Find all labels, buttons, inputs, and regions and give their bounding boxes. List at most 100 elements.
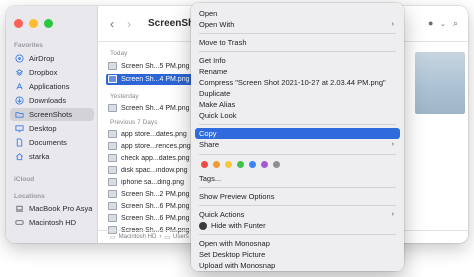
- home-icon: [14, 152, 24, 162]
- file-row[interactable]: Screen Sh...4 PM.png: [106, 103, 198, 114]
- menu-separator: [199, 187, 396, 188]
- tag-red[interactable]: [201, 161, 208, 168]
- menu-item-tags[interactable]: Tags...: [195, 173, 400, 184]
- menu-item-quick-look[interactable]: Quick Look: [195, 110, 400, 121]
- file-row[interactable]: Screen Sh...2 PM.png: [106, 189, 198, 200]
- image-file-icon: [108, 166, 117, 175]
- sidebar-item-dropbox[interactable]: Dropbox: [10, 66, 94, 79]
- file-row[interactable]: iphone sa...ding.png: [106, 177, 198, 188]
- search-icon[interactable]: ⌕: [453, 18, 458, 29]
- folder-icon: [14, 110, 24, 120]
- file-row[interactable]: Screen Sh...6 PM.png: [106, 201, 198, 212]
- sidebar-item-airdrop[interactable]: AirDrop: [10, 52, 94, 65]
- menu-item-upload-with-monosnap[interactable]: Upload with Monosnap: [195, 260, 400, 271]
- file-row[interactable]: check app...dates.png: [106, 153, 198, 164]
- menu-separator: [199, 154, 396, 155]
- disk-icon: ▭: [110, 234, 116, 241]
- menu-item-copy[interactable]: Copy: [195, 128, 400, 139]
- menu-item-move-to-trash[interactable]: Move to Trash: [195, 37, 400, 48]
- dropbox-icon: [14, 68, 24, 78]
- sidebar-item-starka[interactable]: starka: [10, 150, 94, 163]
- sidebar-item-label: starka: [29, 152, 50, 161]
- airdrop-icon: [14, 54, 24, 64]
- path-separator-icon: ›: [159, 234, 162, 240]
- sidebar-item-downloads[interactable]: Downloads: [10, 94, 94, 107]
- downloads-icon: [14, 96, 24, 106]
- path-macintosh-hd[interactable]: Macintosh HD: [119, 234, 157, 240]
- sidebar-item-label: Documents: [29, 138, 67, 147]
- laptop-icon: [14, 204, 24, 214]
- sidebar-item-documents[interactable]: Documents: [10, 136, 94, 149]
- tag-yellow[interactable]: [225, 161, 232, 168]
- menu-item-set-desktop-picture[interactable]: Set Desktop Picture: [195, 249, 400, 260]
- menu-item-duplicate[interactable]: Duplicate: [195, 88, 400, 99]
- window-controls: [14, 19, 53, 28]
- desktop-icon: [14, 124, 24, 134]
- menu-item-open-with-monosnap[interactable]: Open with Monosnap: [195, 238, 400, 249]
- menu-separator: [199, 51, 396, 52]
- menu-separator: [199, 205, 396, 206]
- image-file-icon: [108, 202, 117, 211]
- image-file-icon: [108, 62, 117, 71]
- sidebar-item-desktop[interactable]: Desktop: [10, 122, 94, 135]
- menu-item-open[interactable]: Open: [195, 8, 400, 19]
- file-row[interactable]: Screen Sh...5 PM.png: [106, 61, 198, 72]
- menu-separator: [199, 234, 396, 235]
- menu-separator: [199, 124, 396, 125]
- preview-image: [415, 52, 465, 114]
- tag-blue[interactable]: [249, 161, 256, 168]
- sidebar-item-label: ScreenShots: [29, 110, 72, 119]
- menu-item-share[interactable]: Share ›: [195, 139, 400, 150]
- group-header-previous-7-days: Previous 7 Days: [110, 119, 158, 126]
- chevron-down-icon[interactable]: ⌄: [440, 20, 446, 28]
- sidebar-item-macbook[interactable]: MacBook Pro Asya: [10, 202, 94, 215]
- minimize-window-button[interactable]: [29, 19, 38, 28]
- chevron-right-icon: ›: [391, 211, 394, 218]
- menu-item-compress[interactable]: Compress "Screen Shot 2021-10-27 at 2.03…: [195, 77, 400, 88]
- context-menu: Open Open With › Move to Trash Get Info R…: [191, 3, 404, 271]
- chevron-right-icon: ›: [391, 141, 394, 148]
- close-window-button[interactable]: [14, 19, 23, 28]
- path-users[interactable]: Users: [173, 234, 189, 240]
- user-circle-icon[interactable]: ●: [428, 18, 433, 28]
- folder-icon: ▭: [164, 234, 171, 241]
- menu-item-make-alias[interactable]: Make Alias: [195, 99, 400, 110]
- file-row[interactable]: app store...rences.png: [106, 141, 198, 152]
- sidebar-item-label: AirDrop: [29, 54, 55, 63]
- sidebar: Favorites AirDrop Dropbox Applications D…: [6, 6, 98, 243]
- image-file-icon: [108, 214, 117, 223]
- sidebar-item-label: Dropbox: [29, 68, 58, 77]
- sidebar-item-screenshots[interactable]: ScreenShots: [10, 108, 94, 121]
- menu-item-show-preview-options[interactable]: Show Preview Options: [195, 191, 400, 202]
- group-header-yesterday: Yesterday: [110, 93, 139, 100]
- menu-item-rename[interactable]: Rename: [195, 66, 400, 77]
- sidebar-item-label: Macintosh HD: [29, 218, 77, 227]
- file-row[interactable]: app store...dates.png: [106, 129, 198, 140]
- tag-gray[interactable]: [273, 161, 280, 168]
- back-button[interactable]: ‹: [110, 17, 114, 31]
- file-row[interactable]: Screen Sh...6 PM.png: [106, 213, 198, 224]
- image-file-icon: [108, 75, 117, 84]
- image-file-icon: [108, 154, 117, 163]
- file-row[interactable]: disk spac...indow.png: [106, 165, 198, 176]
- file-row-selected[interactable]: Screen Sh...4 PM.png: [106, 74, 198, 85]
- applications-icon: [14, 82, 24, 92]
- tag-green[interactable]: [237, 161, 244, 168]
- group-header-today: Today: [110, 50, 128, 57]
- menu-item-hide-with-funter[interactable]: Hide with Funter: [195, 220, 400, 231]
- menu-item-get-info[interactable]: Get Info: [195, 55, 400, 66]
- menu-item-quick-actions[interactable]: Quick Actions ›: [195, 209, 400, 220]
- sidebar-item-label: Applications: [29, 82, 70, 91]
- zoom-window-button[interactable]: [44, 19, 53, 28]
- menu-separator: [199, 33, 396, 34]
- image-file-icon: [108, 130, 117, 139]
- sidebar-item-macintosh-hd[interactable]: Macintosh HD: [10, 216, 94, 229]
- tag-purple[interactable]: [261, 161, 268, 168]
- sidebar-favorites-header: Favorites: [14, 42, 43, 49]
- disk-icon: [14, 218, 24, 228]
- menu-item-open-with[interactable]: Open With ›: [195, 19, 400, 30]
- forward-button[interactable]: ›: [127, 17, 131, 31]
- sidebar-item-applications[interactable]: Applications: [10, 80, 94, 93]
- tag-orange[interactable]: [213, 161, 220, 168]
- sidebar-item-label: Desktop: [29, 124, 57, 133]
